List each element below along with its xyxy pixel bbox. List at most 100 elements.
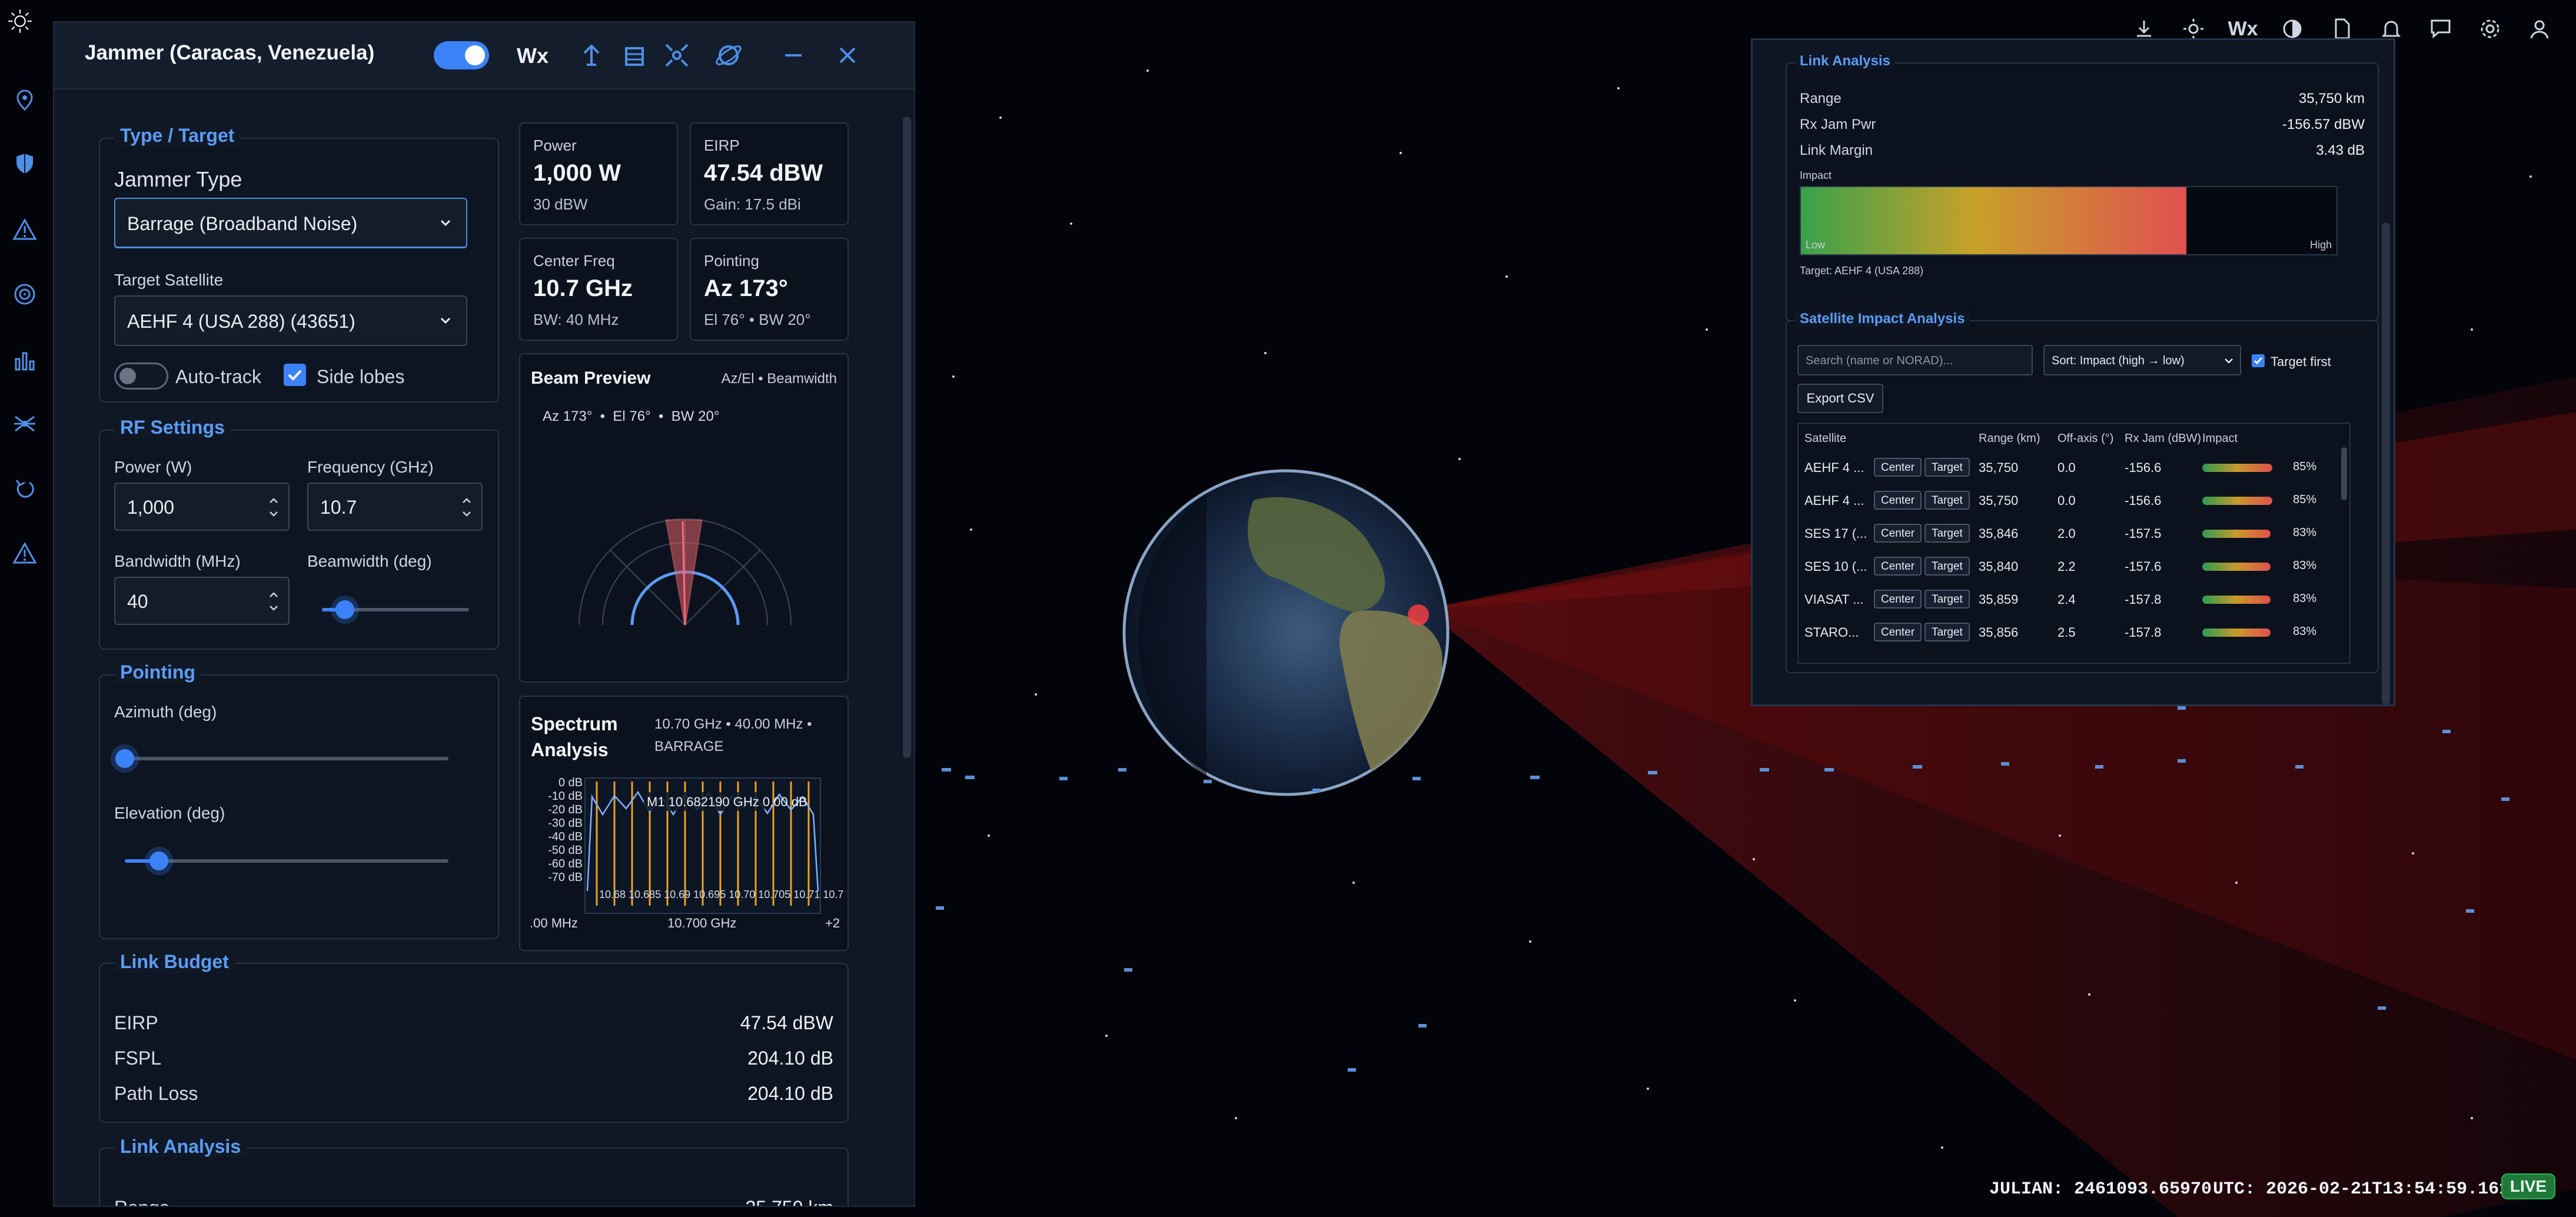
target-first-checkbox[interactable] (2252, 354, 2265, 367)
user-icon[interactable] (2527, 16, 2552, 42)
autotrack-toggle[interactable] (114, 363, 168, 390)
panel-scrollbar-thumb[interactable] (903, 117, 911, 758)
impact-bar (2202, 497, 2272, 505)
shield-icon[interactable] (12, 151, 38, 177)
impact-bar (2202, 563, 2271, 571)
sidelobes-checkbox[interactable] (284, 364, 306, 386)
right-link-value: 3.43 dB (2316, 142, 2365, 158)
impact-label: Impact (1800, 169, 1832, 181)
center-button[interactable]: Center (1874, 491, 1922, 510)
bandwidth-input[interactable]: 40 (114, 577, 290, 625)
column-header-satellite[interactable]: Satellite (1804, 432, 1846, 445)
target-satellite-select[interactable]: AEHF 4 (USA 288) (43651) (114, 295, 467, 346)
power-stat-card: Power 1,000 W 30 dBW (519, 122, 678, 225)
column-header-range[interactable]: Range (km) (1979, 432, 2040, 445)
spectrum-y-tick: 0 dB (559, 776, 583, 789)
chat-icon[interactable] (2428, 16, 2454, 42)
column-header-rx-jam[interactable]: Rx Jam (dBW) (2125, 432, 2201, 445)
close-icon[interactable] (832, 40, 863, 71)
minimize-icon[interactable] (778, 40, 809, 71)
right-link-key: Range (1800, 91, 1842, 107)
impact-search-placeholder: Search (name or NORAD)... (1806, 354, 1953, 367)
center-button[interactable]: Center (1874, 590, 1922, 608)
impact-search-input[interactable]: Search (name or NORAD)... (1797, 345, 2033, 375)
center-button[interactable]: Center (1874, 557, 1922, 576)
target-button[interactable]: Target (1924, 524, 1970, 543)
spinner-icon[interactable] (460, 491, 473, 524)
table-row[interactable]: VIASAT ... Center Target 35,859 2.4 -157.8 83% (1799, 584, 2349, 617)
column-header-impact[interactable]: Impact (2202, 432, 2238, 445)
earth-globe[interactable] (1122, 469, 1450, 796)
jammer-panel-header[interactable]: Jammer (Caracas, Venezuela) Wx (54, 22, 914, 89)
center-freq-stat-value: 10.7 GHz (533, 275, 633, 301)
sun-logo-icon[interactable] (7, 8, 40, 41)
link-budget-value: 204.10 dB (747, 1083, 833, 1104)
building-icon[interactable] (619, 40, 650, 71)
pointing-stat-sub: El 76° • BW 20° (704, 311, 811, 328)
impact-sort-select[interactable]: Sort: Impact (high → low) (2043, 345, 2241, 375)
target-button[interactable]: Target (1924, 557, 1970, 576)
spinner-icon[interactable] (267, 491, 280, 524)
target-button[interactable]: Target (1924, 623, 1970, 641)
target-icon[interactable] (12, 281, 38, 307)
impact-table: Satellite Range (km) Off-axis (°) Rx Jam… (1797, 423, 2351, 664)
table-row[interactable]: AEHF 4 ... Center Target 35,750 0.0 -156.6 85% (1799, 485, 2349, 518)
azimuth-slider-track[interactable] (125, 757, 448, 760)
location-pin-icon[interactable] (12, 87, 38, 113)
target-button[interactable]: Target (1924, 590, 1970, 608)
link-budget-key: FSPL (114, 1048, 162, 1069)
antenna-icon[interactable] (576, 40, 607, 71)
table-row[interactable]: SES 17 (... Center Target 35,846 2.0 -157.5 83… (1799, 518, 2349, 551)
spectrum-y-tick: -10 dB (548, 790, 583, 803)
azimuth-slider-knob[interactable] (115, 749, 134, 768)
beamwidth-slider-knob[interactable] (335, 600, 354, 619)
warning-icon[interactable] (12, 217, 38, 242)
alert-icon[interactable] (12, 540, 38, 566)
cell-satellite: STARO... (1804, 625, 1859, 640)
frequency-input[interactable]: 10.7 (307, 483, 483, 531)
power-input[interactable]: 1,000 (114, 483, 290, 531)
satellite-icon[interactable] (662, 40, 692, 71)
spectrum-marker-readout: M1 10.682190 GHz 0.00 dB (647, 794, 807, 809)
orbit-icon[interactable] (713, 40, 744, 71)
target-button[interactable]: Target (1924, 458, 1970, 477)
impact-sort-value: Sort: Impact (high → low) (2052, 354, 2185, 367)
beam-preview-card: Beam Preview Az/El • Beamwidth Az 173° •… (519, 353, 849, 683)
impact-low-label: Low (1806, 239, 1826, 251)
satellite-network-icon[interactable] (12, 411, 38, 437)
impact-analysis-card: Search (name or NORAD)... Sort: Impact (… (1786, 320, 2379, 673)
link-budget-key: Path Loss (114, 1083, 198, 1104)
jammer-panel: Jammer (Caracas, Venezuela) Wx Type / Ta… (53, 21, 915, 1207)
cell-off-axis: 2.0 (2058, 526, 2076, 541)
impact-table-scrollbar[interactable] (2341, 447, 2347, 500)
target-button[interactable]: Target (1924, 491, 1970, 510)
cell-range: 35,856 (1979, 625, 2019, 640)
link-analysis-value: 35,750 km (746, 1197, 833, 1206)
jammer-enable-toggle[interactable] (434, 41, 489, 69)
cell-rx-jam: -157.5 (2125, 526, 2162, 541)
jammer-type-select[interactable]: Barrage (Broadband Noise) (114, 198, 467, 248)
elevation-slider-track[interactable] (125, 859, 448, 863)
weather-button[interactable]: Wx (517, 44, 549, 68)
gear-icon[interactable] (2477, 16, 2503, 42)
spectrum-plot[interactable]: 0 dB -10 dB -20 dB -30 dB -40 dB -50 dB … (526, 773, 844, 950)
cell-satellite: AEHF 4 ... (1804, 493, 1864, 508)
spinner-icon[interactable] (267, 585, 280, 618)
impact-bar (2202, 530, 2271, 538)
elevation-slider-knob[interactable] (149, 852, 168, 870)
rewind-icon[interactable] (12, 476, 38, 501)
export-csv-button[interactable]: Export CSV (1797, 384, 1883, 413)
analysis-panel-scrollbar[interactable] (2382, 222, 2390, 704)
column-header-off-axis[interactable]: Off-axis (°) (2058, 432, 2113, 445)
cell-satellite: AEHF 4 ... (1804, 460, 1864, 475)
bar-chart-icon[interactable] (12, 347, 38, 373)
right-link-analysis-title: Link Analysis (1795, 53, 1895, 69)
center-button[interactable]: Center (1874, 524, 1922, 543)
table-row[interactable]: SES 10 (... Center Target 35,840 2.2 -157.6 83… (1799, 551, 2349, 584)
elevation-slider-fill (125, 859, 153, 863)
table-row[interactable]: STARO... Center Target 35,856 2.5 -157.8 83% (1799, 617, 2349, 650)
center-button[interactable]: Center (1874, 623, 1922, 641)
cell-rx-jam: -157.6 (2125, 559, 2162, 574)
table-row[interactable]: AEHF 4 ... Center Target 35,750 0.0 -156.6 85% (1799, 452, 2349, 485)
center-button[interactable]: Center (1874, 458, 1922, 477)
